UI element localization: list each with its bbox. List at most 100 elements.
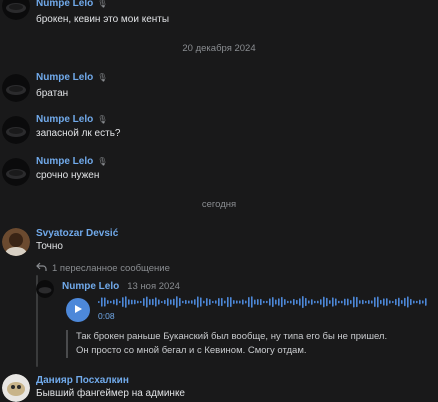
message-author[interactable]: Numpe Lelo 🎙: [36, 114, 107, 125]
waveform-bar: [284, 299, 286, 305]
waveform-bar: [170, 299, 172, 305]
waveform-bar: [185, 299, 187, 305]
waveform-bar: [179, 297, 181, 307]
waveform-bar: [296, 299, 298, 305]
microphone-icon: 🎙: [97, 0, 108, 8]
avatar[interactable]: [2, 0, 30, 20]
waveform-bar: [131, 299, 133, 305]
waveform-bar: [290, 300, 292, 304]
message-author[interactable]: Numpe Lelo 🎙: [36, 0, 107, 9]
waveform-bar: [134, 299, 136, 305]
avatar[interactable]: [2, 374, 30, 402]
waveform-bar: [158, 299, 160, 305]
waveform-bar: [365, 300, 367, 304]
waveform-bar: [275, 299, 277, 305]
waveform-bar: [239, 300, 241, 304]
waveform-bar: [215, 300, 217, 304]
waveform-bar: [206, 297, 208, 307]
avatar[interactable]: [36, 280, 54, 298]
waveform-bar: [155, 297, 157, 307]
avatar[interactable]: [2, 158, 30, 186]
message-text: Точно: [36, 241, 63, 252]
microphone-icon: 🎙: [97, 157, 108, 166]
waveform-bar: [308, 300, 310, 304]
waveform-bar: [188, 300, 190, 304]
waveform-bar: [398, 297, 400, 307]
waveform-bar: [386, 298, 388, 306]
waveform-bar: [224, 300, 226, 304]
message-text: срочно нужен: [36, 170, 100, 181]
waveform-bar: [266, 300, 268, 304]
waveform-bar: [137, 300, 139, 304]
waveform-bar: [419, 299, 421, 305]
avatar[interactable]: [2, 116, 30, 144]
waveform-bar: [191, 300, 193, 304]
waveform-bar: [128, 299, 130, 305]
waveform-bar: [299, 298, 301, 306]
waveform-bar: [233, 300, 235, 304]
waveform-bar: [152, 298, 154, 306]
waveform-bar: [410, 298, 412, 306]
waveform-bar: [380, 299, 382, 305]
waveform-bar: [254, 299, 256, 305]
waveform-bar: [389, 300, 391, 304]
waveform-bar: [344, 298, 346, 306]
waveform-bar: [371, 300, 373, 304]
waveform-bar: [194, 299, 196, 305]
microphone-icon: 🎙: [97, 115, 108, 124]
avatar[interactable]: [2, 228, 30, 256]
voice-time: 0:08: [98, 311, 115, 321]
microphone-icon: 🎙: [97, 73, 108, 82]
play-button[interactable]: [66, 298, 90, 322]
waveform-bar: [122, 297, 124, 307]
waveform-bar: [173, 298, 175, 306]
waveform-bar: [272, 296, 274, 308]
message-text: Бывший фангеймер на админке: [36, 388, 185, 399]
message-author[interactable]: Numpe Lelo 🎙: [36, 72, 107, 83]
waveform-bar: [326, 297, 328, 307]
waveform-bar: [116, 298, 118, 306]
waveform-bar: [263, 300, 265, 304]
waveform-bar: [230, 297, 232, 307]
waveform-bar: [269, 298, 271, 306]
voice-waveform[interactable]: [98, 295, 430, 309]
waveform-bar: [320, 299, 322, 305]
forwarded-author[interactable]: Numpe Lelo 13 ноя 2024: [62, 281, 180, 292]
waveform-bar: [338, 300, 340, 304]
waveform-bar: [293, 298, 295, 306]
waveform-bar: [395, 298, 397, 306]
waveform-bar: [164, 299, 166, 305]
waveform-bar: [281, 296, 283, 308]
waveform-bar: [221, 297, 223, 307]
waveform-bar: [362, 299, 364, 305]
waveform-bar: [182, 300, 184, 304]
waveform-bar: [425, 298, 427, 306]
waveform-bar: [335, 298, 337, 306]
message-text: брокен, кевин это мои кенты: [36, 14, 170, 25]
waveform-bar: [251, 296, 253, 308]
message-author[interactable]: Numpe Lelo 🎙: [36, 156, 107, 167]
waveform-bar: [305, 297, 307, 307]
message-author[interactable]: Svyatozar Devsić: [36, 228, 118, 239]
forwarded-date: 13 ноя 2024: [127, 281, 180, 292]
waveform-bar: [245, 300, 247, 304]
waveform-bar: [197, 296, 199, 308]
waveform-bar: [422, 300, 424, 304]
play-icon: [73, 301, 83, 319]
message-author[interactable]: Данияр Посхалкин: [36, 375, 129, 386]
forward-note[interactable]: 1 пересланное сообщение: [36, 262, 170, 275]
waveform-bar: [368, 300, 370, 304]
waveform-bar: [407, 296, 409, 308]
waveform-bar: [311, 299, 313, 305]
waveform-bar: [401, 300, 403, 304]
waveform-bar: [404, 297, 406, 307]
waveform-bar: [212, 300, 214, 304]
waveform-bar: [236, 300, 238, 304]
waveform-bar: [347, 298, 349, 306]
waveform-bar: [329, 300, 331, 304]
avatar[interactable]: [2, 74, 30, 102]
message-text: братан: [36, 88, 69, 99]
waveform-bar: [353, 296, 355, 308]
waveform-bar: [119, 300, 121, 304]
waveform-bar: [377, 296, 379, 308]
